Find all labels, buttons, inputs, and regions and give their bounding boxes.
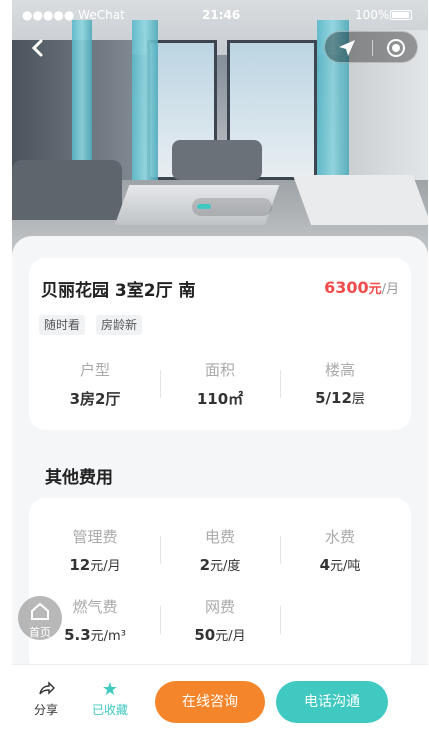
share-icon	[26, 679, 66, 701]
back-button[interactable]	[24, 34, 52, 62]
listing-title: 贝丽花园 3室2厅 南	[41, 281, 196, 301]
carousel-indicator-active-dot	[197, 204, 211, 209]
fee-label: 管理费	[72, 528, 118, 546]
fees-card: 管理费 12元/月 电费 2元/度 水费 4元/吨 燃气费 5.3元/m³ 网费…	[29, 498, 411, 674]
stat-label: 面积	[204, 361, 235, 379]
bottom-action-bar: 分享 ★ 已收藏 在线咨询 电话沟通	[12, 664, 428, 741]
stat-label: 楼高	[324, 361, 355, 379]
other-fees-heading: 其他费用	[45, 468, 113, 488]
clock: 21:46	[202, 8, 241, 22]
miniprogram-capsule	[324, 31, 418, 63]
fee-label: 网费	[204, 598, 235, 616]
stat-value: 5/12层	[315, 389, 365, 407]
capsule-divider	[372, 40, 373, 56]
fee-label: 电费	[204, 528, 235, 546]
fee-value: 50元/月	[194, 626, 246, 644]
tag-new-building: 房龄新	[96, 315, 143, 335]
fee-value: 12元/月	[69, 556, 121, 574]
share-label: 分享	[33, 703, 58, 717]
online-consult-button[interactable]: 在线咨询	[155, 681, 265, 723]
stat-label: 户型	[79, 361, 110, 379]
battery-icon	[390, 10, 412, 20]
stat-value: 3房2厅	[69, 390, 121, 408]
fee-internet: 网费 50元/月	[160, 596, 280, 644]
photo-sofa	[172, 140, 262, 180]
home-label: 首页	[29, 626, 51, 639]
share-button[interactable]: 分享	[26, 679, 66, 718]
detail-sheet: 贝丽花园 3室2厅 南 6300元/月 随时看 房龄新 户型 3房2厅 面积 1…	[12, 236, 428, 676]
close-miniprogram-icon[interactable]	[387, 39, 405, 57]
price-value: 6300	[324, 278, 369, 297]
price-period: /月	[381, 282, 399, 297]
chevron-left-icon	[31, 39, 43, 57]
fee-water: 水费 4元/吨	[280, 526, 400, 574]
listing-price: 6300元/月	[324, 278, 399, 297]
favorite-button[interactable]: ★ 已收藏	[90, 679, 130, 718]
price-unit: 元	[368, 282, 382, 297]
fee-divider	[280, 606, 281, 634]
stat-area: 面积 110㎡	[160, 359, 280, 409]
fee-electricity: 电费 2元/度	[160, 526, 280, 574]
stat-floor: 楼高 5/12层	[280, 359, 400, 407]
home-button[interactable]: 首页	[18, 596, 62, 640]
phone-call-button[interactable]: 电话沟通	[276, 681, 388, 723]
stat-value: 110㎡	[196, 390, 244, 408]
tag-viewable: 随时看	[39, 315, 86, 335]
status-bar: ●●●●● WeChat 21:46 100%	[12, 0, 428, 30]
home-icon	[31, 602, 49, 620]
fee-value: 2元/度	[199, 556, 241, 574]
location-arrow-icon[interactable]	[337, 38, 357, 58]
photo-tv-cabinet	[292, 175, 428, 225]
photo-sofa	[12, 160, 122, 220]
phone-screen: ●●●●● WeChat 21:46 100% 贝丽花园 3室2厅 南 6300…	[12, 0, 428, 741]
fee-label: 水费	[324, 528, 355, 546]
fee-value: 4元/吨	[319, 556, 361, 574]
stat-layout: 户型 3房2厅	[35, 359, 155, 409]
carrier-label: ●●●●● WeChat	[22, 8, 125, 22]
star-icon: ★	[101, 679, 119, 700]
fee-management: 管理费 12元/月	[35, 526, 155, 574]
battery-percent: 100%	[355, 8, 390, 22]
listing-card: 贝丽花园 3室2厅 南 6300元/月 随时看 房龄新 户型 3房2厅 面积 1…	[29, 258, 411, 430]
favorite-label: 已收藏	[91, 703, 128, 717]
